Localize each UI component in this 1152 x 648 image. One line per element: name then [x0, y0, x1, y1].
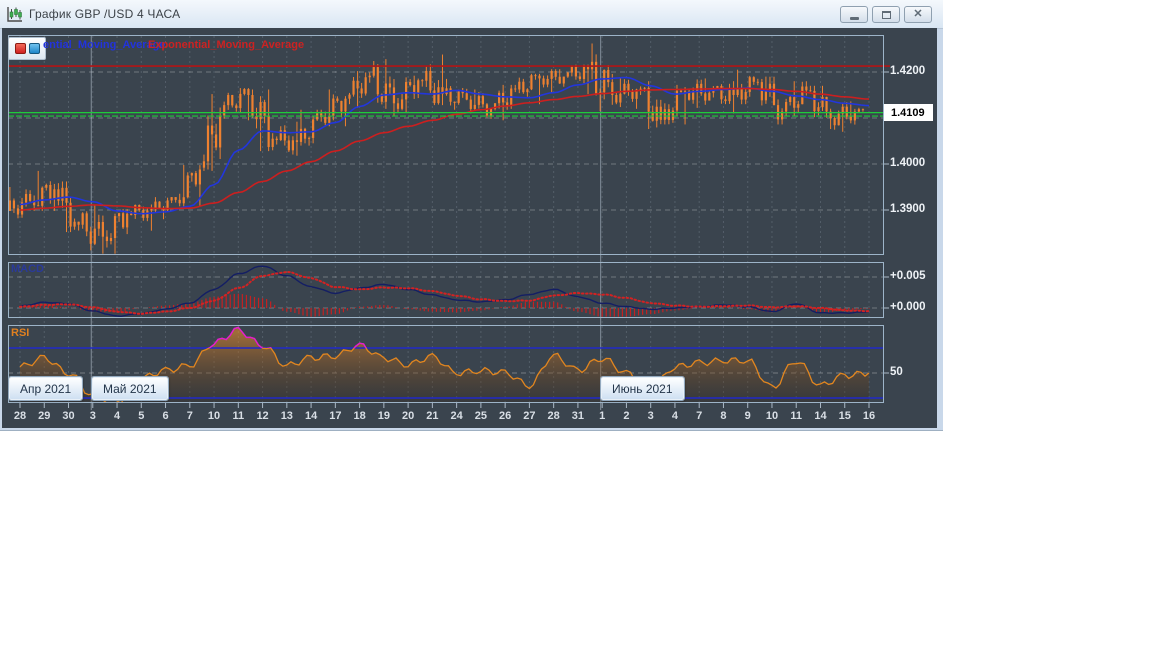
chart-canvas[interactable]	[2, 28, 937, 428]
minimize-icon	[849, 16, 859, 20]
chart-client-area	[2, 28, 937, 428]
chart-window: График GBP /USD 4 ЧАСА ✕ ential_Moving_A…	[0, 0, 943, 431]
maximize-icon	[881, 10, 891, 19]
maximize-button[interactable]	[872, 6, 900, 23]
red-indicator-button[interactable]	[14, 43, 26, 54]
close-icon: ✕	[913, 8, 923, 20]
minimize-button[interactable]	[840, 6, 868, 23]
window-titlebar[interactable]: График GBP /USD 4 ЧАСА ✕	[0, 0, 943, 29]
desktop: { "window": { "title": "График GBP /USD …	[0, 0, 1152, 648]
indicator-buttons-panel	[8, 37, 46, 60]
close-button[interactable]: ✕	[904, 6, 932, 23]
candlestick-chart-icon	[6, 6, 23, 23]
blue-indicator-button[interactable]	[28, 43, 40, 54]
window-title: График GBP /USD 4 ЧАСА	[29, 7, 181, 21]
window-controls: ✕	[840, 6, 932, 23]
